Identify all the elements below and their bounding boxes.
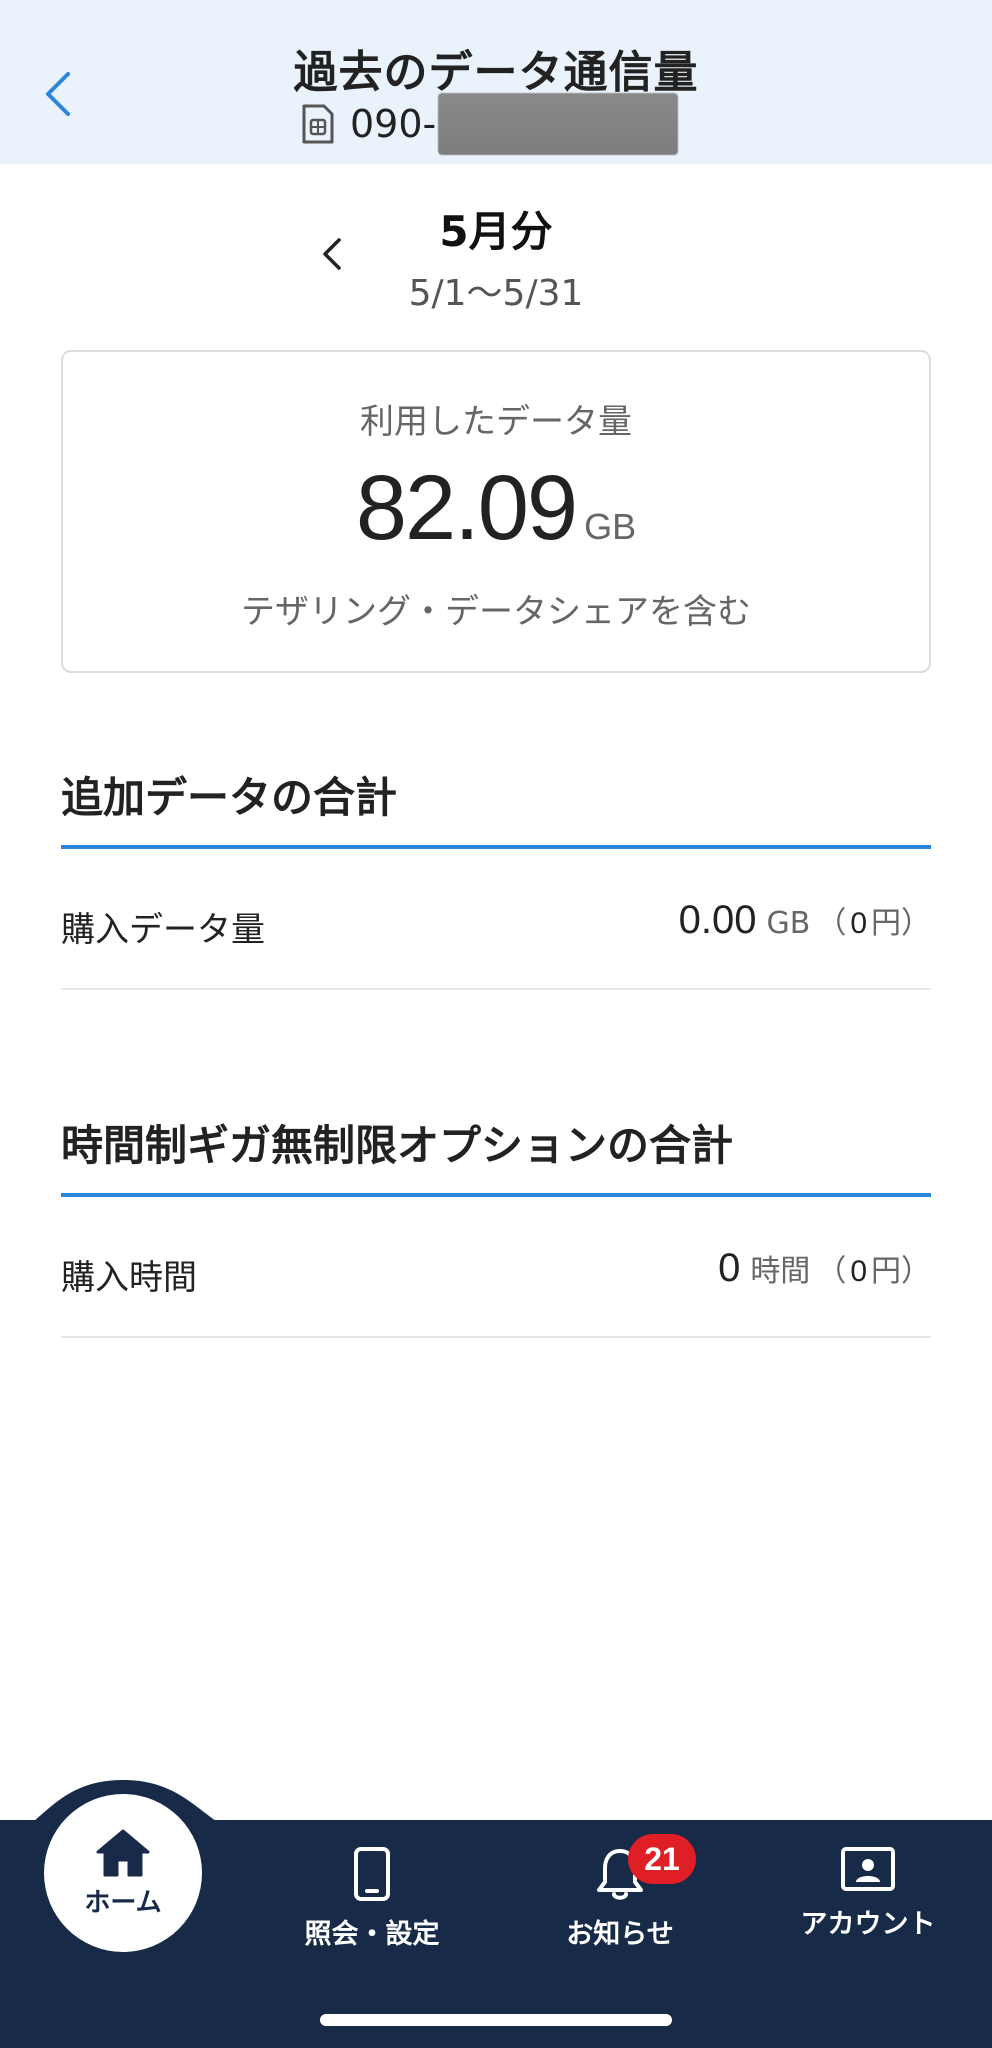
sim-card-icon [302, 104, 334, 144]
usage-note: テザリング・データシェアを含む [241, 592, 751, 632]
usage-label: 利用したデータ量 [360, 402, 632, 442]
masked-phone-number [438, 93, 679, 155]
nav-account[interactable]: アカウント [768, 1846, 968, 1956]
usage-value: 82.09 [355, 457, 578, 559]
app-header: 過去のデータ通信量 090- [0, 0, 992, 164]
purchased-time-amount: 0 [718, 1246, 741, 1290]
nav-notifications-label: お知らせ [566, 1919, 674, 1950]
purchased-data-yen: 0 [850, 907, 867, 940]
yen-unit: 円） [871, 1254, 931, 1289]
row-divider [61, 988, 931, 990]
notification-badge: 21 [628, 1834, 696, 1884]
purchased-time-yen: 0 [850, 1255, 867, 1288]
row-divider [61, 1336, 931, 1338]
paren-open: （ [816, 906, 847, 941]
purchased-data-label: 購入データ量 [61, 910, 265, 950]
purchased-time-value: 0 時間 （ 0 円） [718, 1246, 931, 1291]
home-indicator [320, 2014, 672, 2026]
nav-home-label: ホーム [84, 1887, 162, 1918]
nav-account-label: アカウント [800, 1909, 936, 1940]
page-title: 過去のデータ通信量 [293, 47, 699, 98]
purchased-data-value: 0.00 GB （ 0 円） [679, 898, 931, 943]
purchased-time-label: 購入時間 [61, 1258, 197, 1298]
line-selector: 090- [300, 93, 679, 155]
nav-settings[interactable]: 照会・設定 [272, 1846, 472, 1956]
yen-unit: 円） [871, 906, 931, 941]
purchased-data-unit: GB [766, 906, 811, 941]
paren-open: （ [816, 1254, 847, 1289]
section-divider [61, 845, 931, 849]
nav-notifications[interactable]: 21 お知らせ [520, 1834, 720, 1956]
unlimited-option-title: 時間制ギガ無制限オプションの合計 [61, 1121, 734, 1170]
phone-number: 090- [350, 102, 437, 146]
smartphone-icon [354, 1847, 390, 1901]
section-divider [61, 1193, 931, 1197]
purchased-data-amount: 0.00 [678, 898, 757, 942]
date-range: 5/1〜5/31 [408, 273, 584, 314]
usage-unit: GB [584, 506, 637, 547]
month-label: 5月分 [439, 207, 553, 256]
nav-home[interactable]: ホーム [44, 1794, 202, 1952]
nav-settings-label: 照会・設定 [304, 1919, 440, 1950]
usage-amount: 82.09 GB [63, 456, 929, 561]
additional-data-title: 追加データの合計 [61, 773, 398, 822]
home-icon [96, 1829, 150, 1876]
id-card-icon [841, 1847, 895, 1891]
usage-card: 利用したデータ量 82.09 GB テザリング・データシェアを含む [61, 350, 931, 673]
purchased-time-unit: 時間 [750, 1254, 811, 1289]
